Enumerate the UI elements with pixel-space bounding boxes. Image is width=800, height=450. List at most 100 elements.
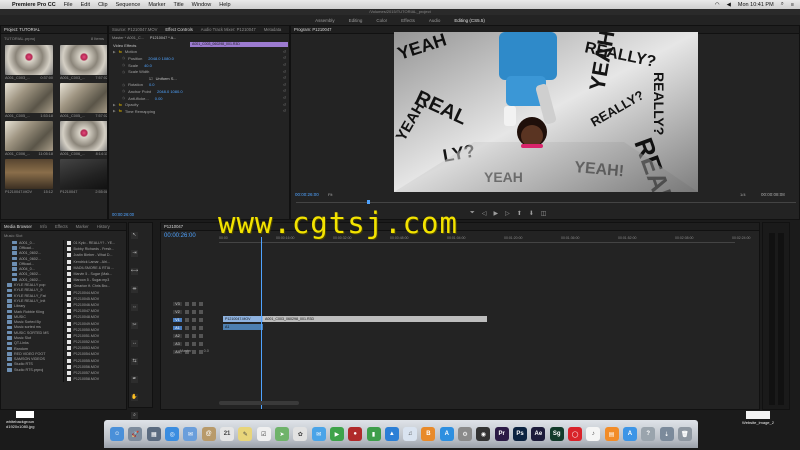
disclosure-triangle-icon[interactable]: ▶	[113, 50, 116, 54]
music-icon[interactable]: ♪	[586, 427, 601, 441]
search-icon[interactable]: ⌕	[781, 1, 784, 8]
folder-item[interactable]: Studio RTS.prproj	[4, 367, 63, 372]
track-label[interactable]: A1	[173, 325, 182, 330]
tab-source[interactable]: Source: P1210047.MOV	[112, 27, 157, 32]
menu-file[interactable]: File	[64, 2, 73, 8]
workspace-tab-editing[interactable]: Editing	[349, 18, 363, 23]
trash-icon[interactable]: 🗑	[677, 427, 692, 441]
reset-icon[interactable]: ↺	[283, 89, 286, 93]
effect-row[interactable]: ◷ Scale 40.0 ↺	[109, 62, 289, 69]
effect-row[interactable]: ◷ Rotation 0.0 ↺	[109, 82, 289, 89]
timeline-scrollbar[interactable]	[219, 401, 299, 405]
effect-row[interactable]: ◷ Anti-flicke... 0.00 ↺	[109, 95, 289, 102]
reset-icon[interactable]: ↺	[283, 103, 286, 107]
effect-row[interactable]: ▶ fx Time Remapping ↺	[109, 108, 289, 115]
lock-icon[interactable]	[185, 301, 189, 306]
track-label[interactable]: V3	[173, 301, 182, 306]
lock-icon[interactable]	[185, 309, 189, 314]
tab-marker[interactable]: Marker	[76, 224, 89, 229]
track-header[interactable]: A2	[161, 332, 219, 339]
reminders-icon[interactable]: ☑	[256, 427, 271, 441]
books-icon[interactable]: ▤	[604, 427, 619, 441]
clock[interactable]: Mon 10:41 PM	[738, 2, 774, 8]
itunes-icon[interactable]: ♫	[403, 427, 418, 441]
stopwatch-icon[interactable]: ◷	[122, 56, 125, 60]
workspace-tab-color[interactable]: Color	[376, 18, 387, 23]
program-tab[interactable]: Program: P1210047	[294, 27, 331, 32]
mission-control-icon[interactable]: ▦	[146, 427, 161, 441]
maps-icon[interactable]: ➤	[274, 427, 289, 441]
eye-icon[interactable]	[199, 325, 203, 330]
workspace-tab-effects[interactable]: Effects	[401, 18, 415, 23]
utility-icon[interactable]: ?	[641, 427, 656, 441]
selection-tool-icon[interactable]: ↖	[131, 231, 138, 239]
reset-icon[interactable]: ↺	[283, 96, 286, 100]
menu-title[interactable]: Title	[173, 2, 183, 8]
sync-lock-icon[interactable]	[192, 309, 196, 314]
slide-tool-icon[interactable]: ⇆	[131, 357, 138, 365]
effect-row-value[interactable]: 0.0	[149, 82, 155, 87]
photobooth-icon[interactable]: ●	[348, 427, 363, 441]
lift-icon[interactable]: ⬆	[517, 210, 522, 217]
volume-icon[interactable]: ◀	[727, 2, 731, 8]
rate-stretch-tool-icon[interactable]: ⇔	[131, 303, 138, 311]
effect-clip-bar[interactable]: A001_C003_060298_001.R3D	[190, 42, 288, 47]
disclosure-triangle-icon[interactable]: ▶	[113, 109, 116, 113]
keynote-icon[interactable]: ▲	[384, 427, 399, 441]
effect-row[interactable]: ▶ fx Opacity ↺	[109, 101, 289, 108]
export-frame-icon[interactable]: ◫	[541, 210, 547, 217]
eye-icon[interactable]	[199, 317, 203, 322]
pen-tool-icon[interactable]: ✒	[131, 375, 138, 383]
app-store-icon[interactable]: A	[439, 427, 454, 441]
effect-timecode[interactable]: 00:00:26:00	[112, 212, 134, 217]
project-thumb[interactable]: A001_C006_... 11:05:18	[5, 121, 53, 156]
lock-icon[interactable]	[185, 341, 189, 346]
effect-row-value[interactable]: 40.0	[144, 63, 152, 68]
system-prefs-icon[interactable]: ⚙	[458, 427, 473, 441]
workspace-tab-editing-cs55[interactable]: Editing (CS5.5)	[454, 18, 485, 23]
fx-badge-icon[interactable]: fx	[119, 103, 122, 107]
lock-icon[interactable]	[185, 333, 189, 338]
calendar-icon[interactable]: 21	[220, 427, 235, 441]
media-browser-path[interactable]: Music Slot	[1, 231, 126, 240]
notes-icon[interactable]: ✎	[238, 427, 253, 441]
slip-tool-icon[interactable]: ↔	[131, 339, 138, 347]
project-thumb[interactable]: P1210047.MOV 15:12	[5, 159, 53, 194]
effect-row-value[interactable]: Uniform S...	[156, 76, 177, 81]
checkbox-icon[interactable]: ☑	[149, 76, 153, 81]
tab-audio-track-mixer[interactable]: Audio Track Mixer: P1210047	[201, 27, 256, 32]
downloads-icon[interactable]: ⇣	[659, 427, 674, 441]
reset-icon[interactable]: ↺	[283, 63, 286, 67]
tab-effect-controls[interactable]: Effect Controls	[165, 27, 192, 32]
track-label[interactable]: V1	[173, 317, 182, 322]
razor-tool-icon[interactable]: ✂	[131, 321, 138, 329]
tab-metadata[interactable]: Metadata	[264, 27, 281, 32]
project-tab[interactable]: Project: TUTORIAL	[4, 27, 40, 32]
after-effects-icon[interactable]: Ae	[531, 427, 546, 441]
stopwatch-icon[interactable]: ◷	[122, 70, 125, 74]
track-header[interactable]: V2	[161, 308, 219, 315]
timeline-tab[interactable]: P1210047	[164, 224, 183, 229]
sequence-clip-label[interactable]: P1210047 * A...	[150, 36, 176, 40]
workspace-tab-audio[interactable]: Audio	[429, 18, 441, 23]
premiere-icon[interactable]: Pr	[494, 427, 509, 441]
menu-help[interactable]: Help	[219, 2, 230, 8]
effect-row-value[interactable]: 2048.0 1080.0	[157, 89, 183, 94]
track-label[interactable]: V2	[173, 309, 182, 314]
menu-list-icon[interactable]: ≡	[791, 2, 794, 8]
fx-badge-icon[interactable]: fx	[119, 109, 122, 113]
project-thumb[interactable]: A001_C005_... 7:57:02	[60, 83, 107, 118]
messages-icon[interactable]: ✉	[311, 427, 326, 441]
ripple-edit-tool-icon[interactable]: ⟷	[131, 267, 138, 275]
sync-lock-icon[interactable]	[192, 325, 196, 330]
stopwatch-icon[interactable]: ◷	[122, 89, 125, 93]
workspace-tab-assembly[interactable]: Assembly	[315, 18, 335, 23]
master-value[interactable]: 0.0	[204, 349, 209, 353]
effect-row-value[interactable]: 0.00	[155, 96, 163, 101]
zoom-tool-icon[interactable]: ⌕	[131, 411, 138, 419]
play-icon[interactable]: ▶	[493, 210, 498, 217]
project-thumb[interactable]: A001_C003_... 0:37:00	[5, 45, 53, 80]
reset-icon[interactable]: ↺	[283, 50, 286, 54]
reset-icon[interactable]: ↺	[283, 76, 286, 80]
menu-clip[interactable]: Clip	[98, 2, 107, 8]
